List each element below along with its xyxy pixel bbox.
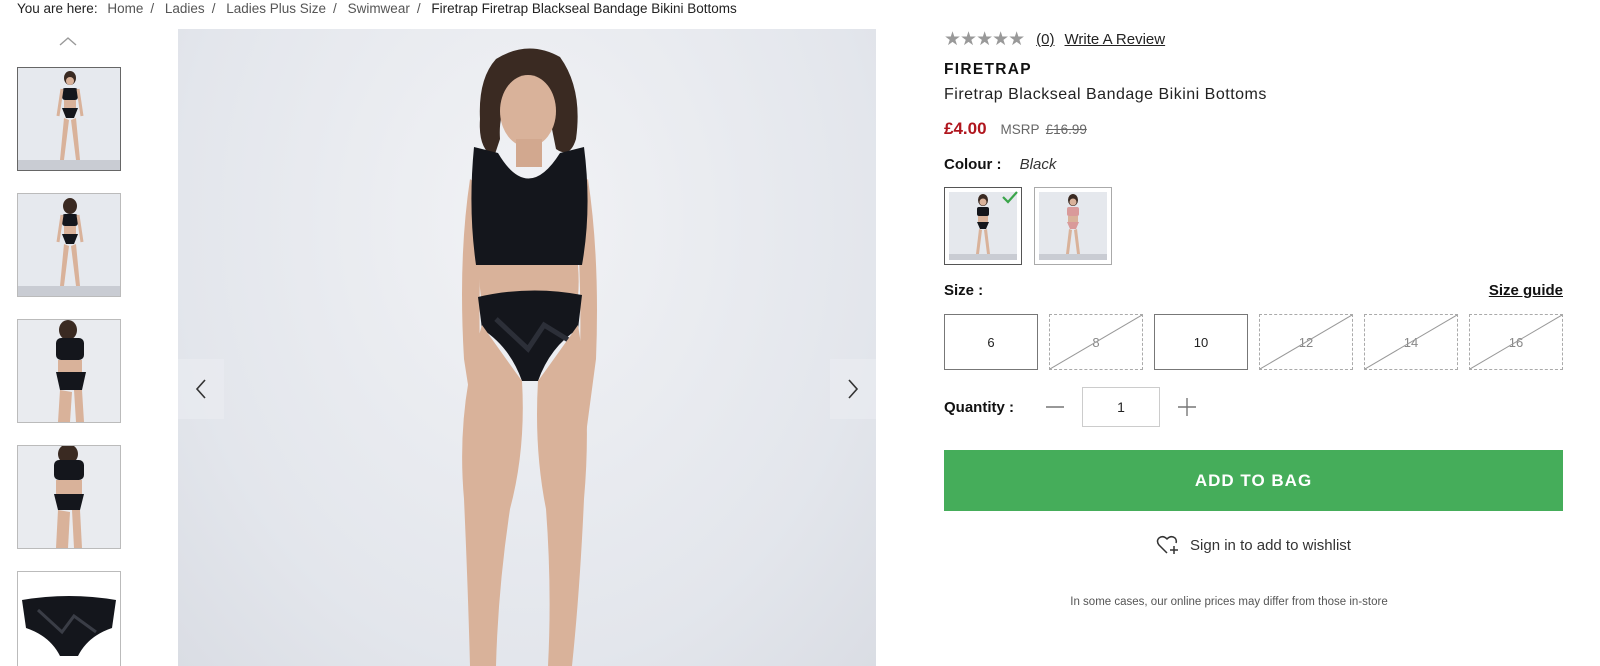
size-option-6[interactable]: 6 xyxy=(944,314,1038,370)
heart-plus-icon xyxy=(1156,535,1179,554)
size-option-16[interactable]: 16 xyxy=(1469,314,1563,370)
price-disclaimer: In some cases, our online prices may dif… xyxy=(1070,596,1388,608)
breadcrumb: You are here: Home / Ladies / Ladies Plus … xyxy=(17,1,737,16)
quantity-label: Quantity : xyxy=(944,398,1014,416)
thumbnail-side[interactable] xyxy=(17,319,121,423)
quantity-row: Quantity : xyxy=(944,387,1204,427)
size-options: 6 8 10 12 14 16 xyxy=(944,314,1563,370)
colour-value: Black xyxy=(1019,156,1057,173)
thumbnail-back[interactable] xyxy=(17,193,121,297)
size-guide-link[interactable]: Size guide xyxy=(1489,282,1563,299)
colour-row: Colour : Black xyxy=(944,156,1056,173)
breadcrumb-ladies[interactable]: Ladies xyxy=(165,1,205,16)
product-title: Firetrap Blackseal Bandage Bikini Bottom… xyxy=(944,86,1267,103)
rating-row: ★★★★★ (0) Write A Review xyxy=(944,28,1165,51)
chevron-left-icon[interactable] xyxy=(178,359,224,419)
quantity-input[interactable] xyxy=(1082,387,1160,427)
chevron-up-icon[interactable] xyxy=(58,34,78,48)
add-to-bag-button[interactable]: ADD TO BAG xyxy=(944,450,1563,511)
check-icon xyxy=(1002,191,1018,204)
review-count-link[interactable]: (0) xyxy=(1036,31,1054,48)
price-row: £4.00 MSRP £16.99 xyxy=(944,119,1087,139)
size-header: Size : Size guide xyxy=(944,282,1563,299)
colour-label: Colour : xyxy=(944,156,1002,173)
size-option-8[interactable]: 8 xyxy=(1049,314,1143,370)
thumbnail-back-closeup[interactable] xyxy=(17,445,121,549)
product-price: £4.00 xyxy=(944,119,987,138)
chevron-right-icon[interactable] xyxy=(830,359,876,419)
write-review-link[interactable]: Write A Review xyxy=(1065,31,1166,48)
plus-icon[interactable] xyxy=(1174,394,1200,420)
breadcrumb-current: Firetrap Firetrap Blackseal Bandage Biki… xyxy=(431,1,737,16)
minus-icon[interactable] xyxy=(1042,394,1068,420)
size-option-12[interactable]: 12 xyxy=(1259,314,1353,370)
product-brand: FIRETRAP xyxy=(944,61,1032,78)
breadcrumb-home[interactable]: Home xyxy=(107,1,143,16)
size-option-10[interactable]: 10 xyxy=(1154,314,1248,370)
colour-swatch-black[interactable] xyxy=(944,187,1022,265)
size-option-14[interactable]: 14 xyxy=(1364,314,1458,370)
thumbnail-front[interactable] xyxy=(17,67,121,171)
breadcrumb-swimwear[interactable]: Swimwear xyxy=(348,1,410,16)
size-label: Size : xyxy=(944,282,984,299)
thumbnail-list xyxy=(17,67,121,666)
thumbnail-product-flat[interactable] xyxy=(17,571,121,666)
main-product-image xyxy=(178,29,876,666)
star-rating-icon: ★★★★★ xyxy=(944,29,1025,50)
breadcrumb-ladies-plus-size[interactable]: Ladies Plus Size xyxy=(226,1,326,16)
msrp-label: MSRP xyxy=(1000,122,1040,137)
colour-swatch-pink[interactable] xyxy=(1034,187,1112,265)
wishlist-link[interactable]: Sign in to add to wishlist xyxy=(944,535,1563,555)
breadcrumb-lead: You are here: xyxy=(17,1,98,16)
colour-swatches xyxy=(944,187,1112,265)
wishlist-label: Sign in to add to wishlist xyxy=(1190,536,1351,554)
msrp-price: £16.99 xyxy=(1045,122,1087,137)
